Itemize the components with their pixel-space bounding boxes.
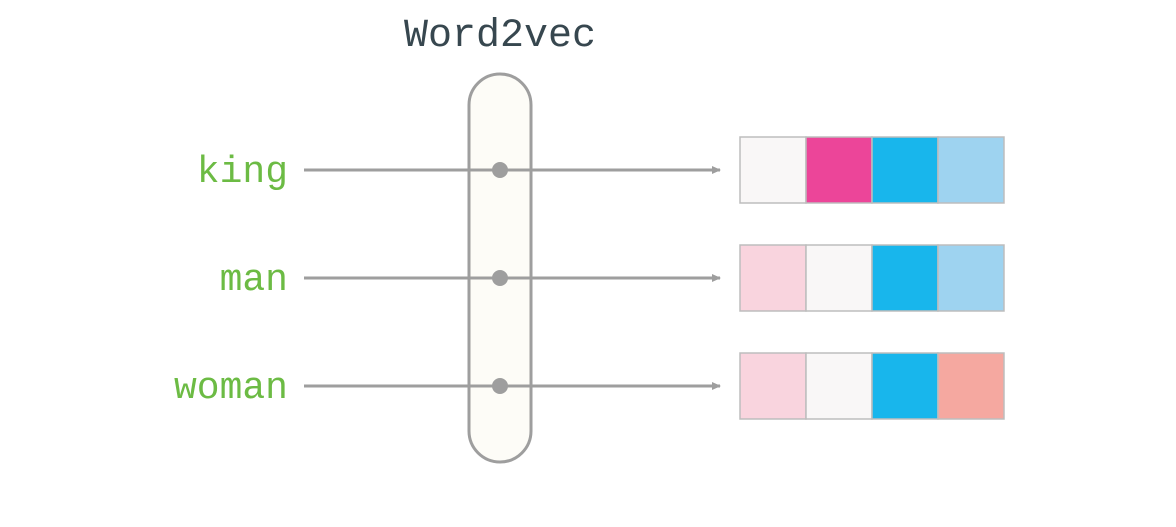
- vector-cell: [806, 245, 872, 311]
- word2vec-diagram: Word2vec king man woman: [0, 0, 1176, 522]
- vector-cell: [938, 137, 1004, 203]
- vector-cell: [806, 353, 872, 419]
- vector-cell: [740, 353, 806, 419]
- input-word: woman: [174, 367, 288, 410]
- input-word: king: [197, 151, 288, 194]
- vector-cell: [872, 137, 938, 203]
- node-dot: [492, 270, 508, 286]
- model-capsule: [469, 74, 531, 462]
- vector-cell: [740, 137, 806, 203]
- diagram-title: Word2vec: [404, 14, 596, 59]
- vector-cell: [740, 245, 806, 311]
- input-word: man: [220, 259, 288, 302]
- vector-cell: [872, 245, 938, 311]
- vector-cell: [806, 137, 872, 203]
- vector-cell: [938, 353, 1004, 419]
- vector-cell: [938, 245, 1004, 311]
- node-dot: [492, 162, 508, 178]
- node-dot: [492, 378, 508, 394]
- vector-cell: [872, 353, 938, 419]
